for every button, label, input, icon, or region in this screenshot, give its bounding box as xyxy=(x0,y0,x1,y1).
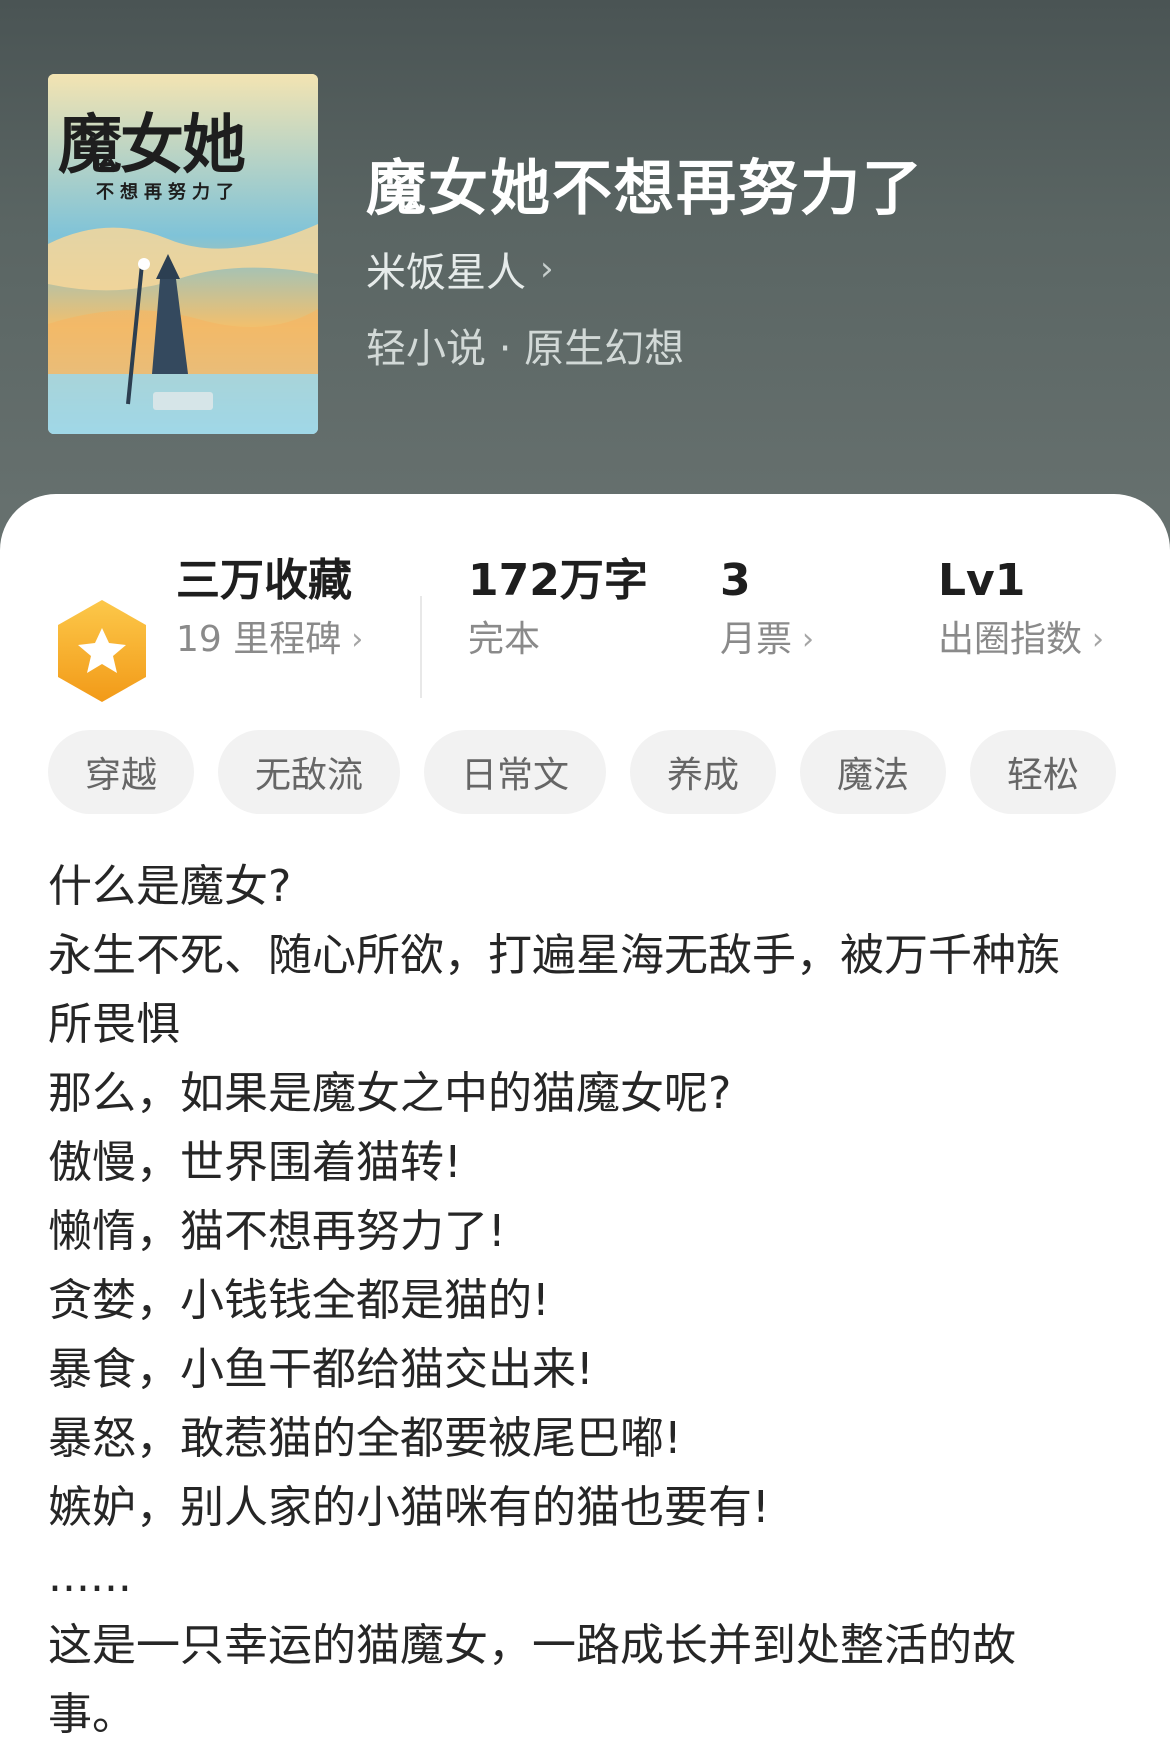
stat-level[interactable]: Lv1 出圈指数 › xyxy=(938,554,1104,664)
author-link[interactable]: 米饭星人 › xyxy=(366,240,554,298)
description-line: ...... xyxy=(48,1551,132,1602)
book-description: 什么是魔女? 永生不死、随心所欲，打遍星海无敌手，被万千种族 所畏惧 那么，如果… xyxy=(48,852,1128,1749)
cover-title-text: 魔女她 xyxy=(58,108,246,183)
tag-chip[interactable]: 日常文 xyxy=(424,730,606,814)
book-detail-card: 三万收藏 19 里程碑 › 172万字 完本 3 月票 › Lv1 出圈指数 › xyxy=(0,494,1170,1748)
tag-chip[interactable]: 魔法 xyxy=(800,730,946,814)
hexagon-star-icon xyxy=(58,600,146,702)
tag-list: 穿越 无敌流 日常文 养成 魔法 轻松 xyxy=(48,730,1128,814)
tag-chip[interactable]: 穿越 xyxy=(48,730,194,814)
chevron-right-icon: › xyxy=(802,622,815,657)
stat-level-value: Lv1 xyxy=(938,555,1026,606)
tickets-label: 月票 xyxy=(720,619,793,660)
description-line: 所畏惧 xyxy=(48,999,180,1050)
description-line: 那么，如果是魔女之中的猫魔女呢? xyxy=(48,1068,732,1119)
cover-subtitle-text: 不想再努力了 xyxy=(96,182,240,203)
description-line: 什么是魔女? xyxy=(48,861,292,912)
description-line: 傲慢，世界围着猫转! xyxy=(48,1137,462,1188)
stats-divider xyxy=(420,596,422,698)
stat-collection-value: 三万收藏 xyxy=(176,555,352,606)
description-line: 这是一只幸运的猫魔女，一路成长并到处整活的故 xyxy=(48,1620,1016,1671)
stat-collection-label: 19 里程碑 › xyxy=(176,616,363,664)
stat-tickets-label: 月票 › xyxy=(720,616,814,664)
author-name: 米饭星人 xyxy=(366,250,526,296)
chevron-right-icon: › xyxy=(540,249,554,289)
stat-tickets-value: 3 xyxy=(720,555,751,606)
stat-words-label: 完本 xyxy=(468,619,541,660)
description-line: 事。 xyxy=(48,1689,136,1740)
book-cover-image[interactable]: 魔女她 不想再努力了 xyxy=(48,74,318,434)
description-line: 暴食，小鱼干都给猫交出来! xyxy=(48,1344,594,1395)
stat-words: 172万字 完本 xyxy=(468,554,648,664)
tag-chip[interactable]: 轻松 xyxy=(970,730,1116,814)
stat-monthly-tickets[interactable]: 3 月票 › xyxy=(720,554,814,664)
book-header: 魔女她 不想再努力了 魔女她不想再努力了 米饭星人 › 轻小说 · 原生幻想 xyxy=(0,0,1170,560)
stat-level-label: 出圈指数 › xyxy=(938,616,1104,664)
chevron-right-icon: › xyxy=(1092,622,1105,657)
tag-chip[interactable]: 无敌流 xyxy=(218,730,400,814)
description-line: 贪婪，小钱钱全都是猫的! xyxy=(48,1275,550,1326)
description-line: 嫉妒，别人家的小猫咪有的猫也要有! xyxy=(48,1482,770,1533)
milestone-label: 19 里程碑 xyxy=(176,619,342,660)
stats-row: 三万收藏 19 里程碑 › 172万字 完本 3 月票 › Lv1 出圈指数 › xyxy=(0,534,1170,702)
description-line: 永生不死、随心所欲，打遍星海无敌手，被万千种族 xyxy=(48,930,1060,981)
chevron-right-icon: › xyxy=(351,622,364,657)
stat-collection[interactable]: 三万收藏 19 里程碑 › xyxy=(176,554,363,664)
stat-words-value: 172万字 xyxy=(468,555,648,606)
book-title: 魔女她不想再努力了 xyxy=(366,154,924,224)
description-line: 懒惰，猫不想再努力了! xyxy=(48,1206,506,1257)
tag-chip[interactable]: 养成 xyxy=(630,730,776,814)
level-label: 出圈指数 xyxy=(938,619,1083,660)
description-line: 暴怒，敢惹猫的全都要被尾巴嘟! xyxy=(48,1413,682,1464)
book-genre: 轻小说 · 原生幻想 xyxy=(366,326,685,372)
